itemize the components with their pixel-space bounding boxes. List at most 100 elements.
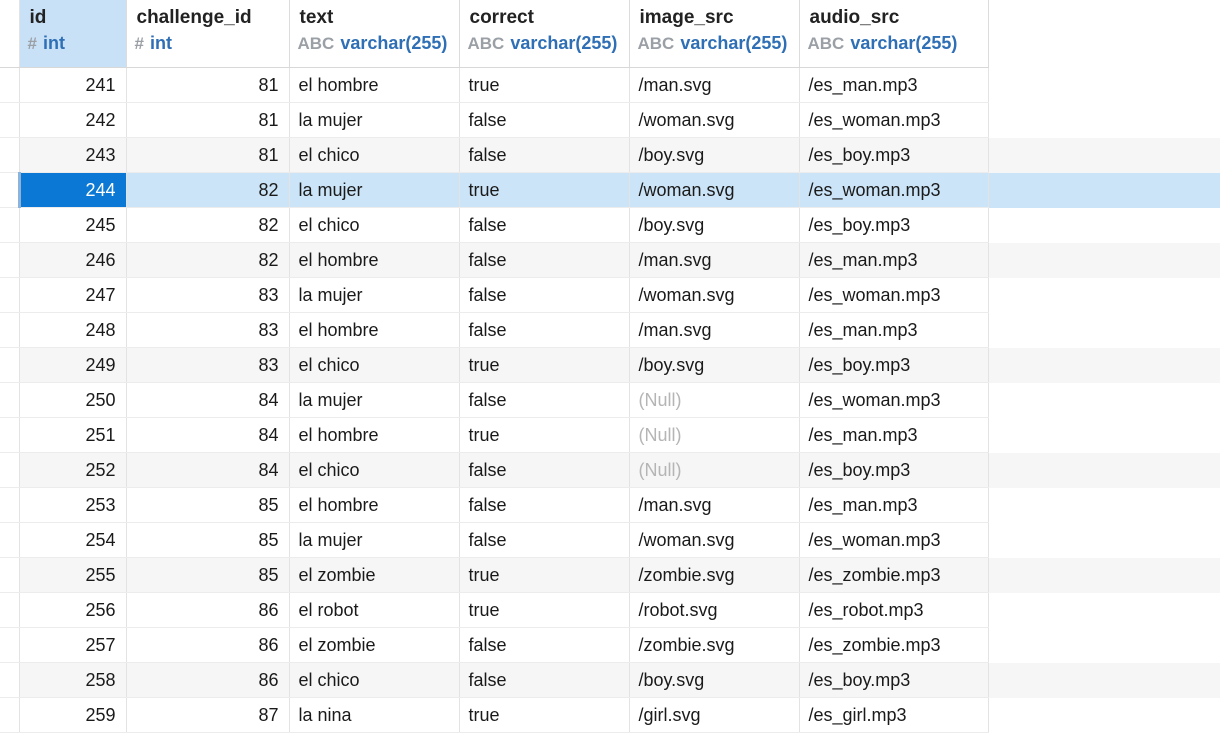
cell-challenge-id[interactable]: 81 xyxy=(126,102,290,138)
row-selector[interactable] xyxy=(0,207,20,243)
table-row[interactable]: 247 83 la mujer false/woman.svg/es_woman.mp… xyxy=(0,277,1220,313)
cell-image-src[interactable]: (Null) xyxy=(629,452,800,488)
cell-id[interactable]: 245 xyxy=(19,207,127,243)
cell-id[interactable]: 255 xyxy=(19,557,127,593)
cell-id[interactable]: 252 xyxy=(19,452,127,488)
cell-text[interactable]: el hombre xyxy=(289,312,460,348)
cell-id[interactable]: 244 xyxy=(19,172,127,208)
table-row[interactable]: 243 81 el chico false/boy.svg/es_boy.mp3 xyxy=(0,137,1220,173)
cell-audio-src[interactable]: /es_boy.mp3 xyxy=(799,207,989,243)
cell-audio-src[interactable]: /es_man.mp3 xyxy=(799,487,989,523)
row-selector[interactable] xyxy=(0,557,20,593)
cell-image-src[interactable]: /woman.svg xyxy=(629,102,800,138)
row-selector[interactable] xyxy=(0,662,20,698)
cell-challenge-id[interactable]: 87 xyxy=(126,697,290,733)
table-row[interactable]: 258 86 el chico false/boy.svg/es_boy.mp3 xyxy=(0,662,1220,698)
cell-correct[interactable]: false xyxy=(459,522,630,558)
cell-text[interactable]: el chico xyxy=(289,347,460,383)
cell-challenge-id[interactable]: 81 xyxy=(126,137,290,173)
cell-challenge-id[interactable]: 85 xyxy=(126,487,290,523)
table-row[interactable]: 242 81 la mujer false/woman.svg/es_woman.mp… xyxy=(0,102,1220,138)
cell-audio-src[interactable]: /es_man.mp3 xyxy=(799,67,989,103)
cell-correct[interactable]: true xyxy=(459,417,630,453)
cell-text[interactable]: el hombre xyxy=(289,487,460,523)
cell-id[interactable]: 247 xyxy=(19,277,127,313)
cell-text[interactable]: el chico xyxy=(289,452,460,488)
cell-challenge-id[interactable]: 83 xyxy=(126,312,290,348)
cell-correct[interactable]: false xyxy=(459,137,630,173)
cell-text[interactable]: el hombre xyxy=(289,417,460,453)
row-selector[interactable] xyxy=(0,312,20,348)
cell-challenge-id[interactable]: 86 xyxy=(126,592,290,628)
cell-image-src[interactable]: /woman.svg xyxy=(629,277,800,313)
cell-audio-src[interactable]: /es_zombie.mp3 xyxy=(799,627,989,663)
row-selector[interactable] xyxy=(0,137,20,173)
cell-id[interactable]: 241 xyxy=(19,67,127,103)
cell-challenge-id[interactable]: 82 xyxy=(126,172,290,208)
cell-id[interactable]: 259 xyxy=(19,697,127,733)
cell-image-src[interactable]: /woman.svg xyxy=(629,522,800,558)
cell-challenge-id[interactable]: 82 xyxy=(126,242,290,278)
column-header-challenge-id[interactable]: challenge_id # int xyxy=(126,0,290,68)
cell-audio-src[interactable]: /es_man.mp3 xyxy=(799,312,989,348)
cell-correct[interactable]: false xyxy=(459,627,630,663)
row-selector[interactable] xyxy=(0,487,20,523)
cell-text[interactable]: el chico xyxy=(289,137,460,173)
cell-id[interactable]: 256 xyxy=(19,592,127,628)
cell-id[interactable]: 254 xyxy=(19,522,127,558)
cell-correct[interactable]: false xyxy=(459,487,630,523)
cell-audio-src[interactable]: /es_man.mp3 xyxy=(799,242,989,278)
cell-id[interactable]: 249 xyxy=(19,347,127,383)
cell-audio-src[interactable]: /es_woman.mp3 xyxy=(799,102,989,138)
cell-image-src[interactable]: /girl.svg xyxy=(629,697,800,733)
cell-challenge-id[interactable]: 86 xyxy=(126,627,290,663)
cell-text[interactable]: el robot xyxy=(289,592,460,628)
cell-image-src[interactable]: (Null) xyxy=(629,382,800,418)
cell-id[interactable]: 246 xyxy=(19,242,127,278)
cell-audio-src[interactable]: /es_robot.mp3 xyxy=(799,592,989,628)
cell-correct[interactable]: false xyxy=(459,207,630,243)
table-row[interactable]: 255 85 el zombie true/zombie.svg/es_zombie.… xyxy=(0,557,1220,593)
cell-id[interactable]: 242 xyxy=(19,102,127,138)
cell-text[interactable]: el chico xyxy=(289,662,460,698)
column-header-text[interactable]: text ABC varchar(255) xyxy=(289,0,460,68)
cell-challenge-id[interactable]: 84 xyxy=(126,452,290,488)
cell-audio-src[interactable]: /es_boy.mp3 xyxy=(799,347,989,383)
cell-audio-src[interactable]: /es_boy.mp3 xyxy=(799,137,989,173)
row-selector[interactable] xyxy=(0,417,20,453)
row-selector[interactable] xyxy=(0,242,20,278)
row-selector[interactable] xyxy=(0,67,20,103)
table-row[interactable]: 250 84 la mujer false (Null)/es_woman.mp3 xyxy=(0,382,1220,418)
cell-text[interactable]: el zombie xyxy=(289,557,460,593)
cell-correct[interactable]: false xyxy=(459,242,630,278)
cell-image-src[interactable]: /man.svg xyxy=(629,487,800,523)
cell-challenge-id[interactable]: 83 xyxy=(126,347,290,383)
cell-audio-src[interactable]: /es_man.mp3 xyxy=(799,417,989,453)
cell-image-src[interactable]: /boy.svg xyxy=(629,207,800,243)
row-selector[interactable] xyxy=(0,697,20,733)
cell-challenge-id[interactable]: 84 xyxy=(126,417,290,453)
table-row[interactable]: 253 85 el hombre false/man.svg/es_man.mp3 xyxy=(0,487,1220,523)
cell-challenge-id[interactable]: 82 xyxy=(126,207,290,243)
table-row[interactable]: 244 82 la mujer true/woman.svg/es_woman.mp3 xyxy=(0,172,1220,208)
cell-image-src[interactable]: /boy.svg xyxy=(629,347,800,383)
cell-image-src[interactable]: /boy.svg xyxy=(629,662,800,698)
table-row[interactable]: 251 84 el hombre true (Null)/es_man.mp3 xyxy=(0,417,1220,453)
cell-correct[interactable]: true xyxy=(459,592,630,628)
cell-id[interactable]: 257 xyxy=(19,627,127,663)
cell-id[interactable]: 253 xyxy=(19,487,127,523)
cell-correct[interactable]: true xyxy=(459,172,630,208)
row-selector[interactable] xyxy=(0,452,20,488)
cell-text[interactable]: el chico xyxy=(289,207,460,243)
cell-correct[interactable]: false xyxy=(459,452,630,488)
cell-image-src[interactable]: /robot.svg xyxy=(629,592,800,628)
cell-image-src[interactable]: /man.svg xyxy=(629,67,800,103)
cell-image-src[interactable]: /woman.svg xyxy=(629,172,800,208)
cell-id[interactable]: 248 xyxy=(19,312,127,348)
table-row[interactable]: 257 86 el zombie false/zombie.svg/es_zombie… xyxy=(0,627,1220,663)
row-selector[interactable] xyxy=(0,627,20,663)
cell-challenge-id[interactable]: 83 xyxy=(126,277,290,313)
column-header-audio-src[interactable]: audio_src ABC varchar(255) xyxy=(799,0,989,68)
cell-correct[interactable]: true xyxy=(459,557,630,593)
cell-id[interactable]: 250 xyxy=(19,382,127,418)
